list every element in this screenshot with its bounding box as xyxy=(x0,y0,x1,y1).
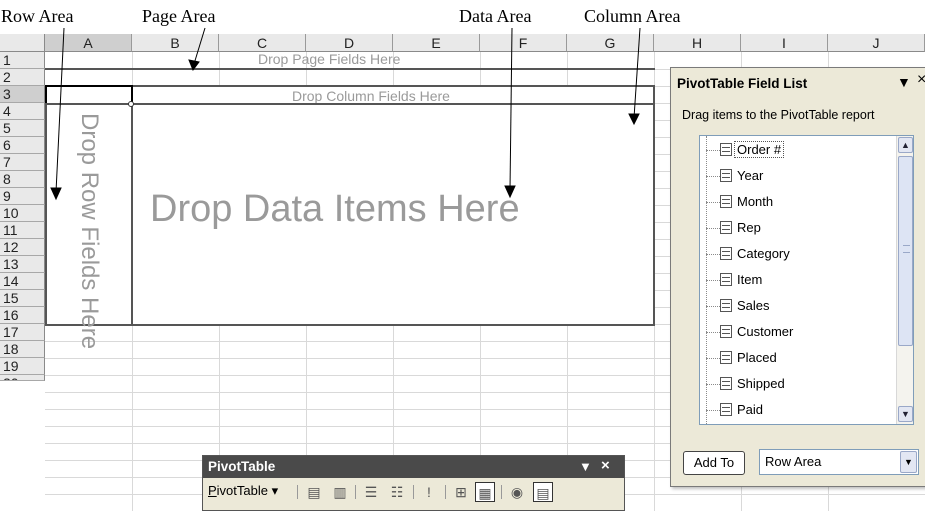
chevron-down-icon[interactable]: ▼ xyxy=(900,451,917,473)
field-item-category[interactable]: Category xyxy=(700,242,900,268)
menu-accelerator: P xyxy=(208,483,217,498)
field-list-instruction: Drag items to the PivotTable report xyxy=(682,108,875,122)
row-area-arrowhead xyxy=(50,187,62,201)
field-item-sales[interactable]: Sales xyxy=(700,294,900,320)
show-detail-icon[interactable]: ☷ xyxy=(387,482,407,502)
field-label: Customer xyxy=(737,324,794,339)
field-label: Shipped xyxy=(737,376,785,391)
refresh-data-icon[interactable]: ! xyxy=(419,482,439,502)
data-area-arrow-line xyxy=(509,27,513,191)
area-select-value: Row Area xyxy=(765,454,822,469)
field-item-order[interactable]: Order # xyxy=(700,138,900,164)
menu-label-rest: ivotTable ▾ xyxy=(216,483,279,498)
field-icon xyxy=(720,221,732,234)
column-area-arrowhead xyxy=(628,113,640,126)
field-item-year[interactable]: Year xyxy=(700,164,900,190)
pane-close-icon[interactable]: × xyxy=(917,71,925,89)
pivottable-toolbar[interactable]: PivotTable ▼ × PivotTable ▾ ▤ ▥ ☰ ☷ ! ⊞ … xyxy=(202,455,625,511)
field-item-rep[interactable]: Rep xyxy=(700,216,900,242)
field-list-box[interactable]: Order # Year Month Rep Category Item Sal… xyxy=(699,135,914,425)
field-icon xyxy=(720,169,732,182)
field-label: Paid xyxy=(737,402,764,417)
field-label: Placed xyxy=(737,350,777,365)
area-select[interactable]: Row Area ▼ xyxy=(759,449,919,475)
field-icon xyxy=(720,377,732,390)
show-field-list-icon[interactable]: ▤ xyxy=(533,482,553,502)
toolbar-title-bar[interactable]: PivotTable ▼ × xyxy=(203,456,624,478)
field-icon xyxy=(720,195,732,208)
field-item-placed[interactable]: Placed xyxy=(700,346,900,372)
field-icon xyxy=(720,325,732,338)
field-label: Sales xyxy=(737,298,770,313)
field-item-customer[interactable]: Customer xyxy=(700,320,900,346)
row-area-arrow-line xyxy=(55,27,65,193)
scroll-down-icon[interactable]: ▼ xyxy=(898,406,913,422)
pivottable-menu-button[interactable]: PivotTable ▾ xyxy=(208,483,278,499)
data-area-arrowhead xyxy=(504,185,516,199)
field-icon xyxy=(720,351,732,364)
field-icon xyxy=(720,403,732,416)
include-hidden-icon[interactable]: ⊞ xyxy=(451,482,471,502)
field-label: Order # xyxy=(733,141,785,158)
field-item-shipped[interactable]: Shipped xyxy=(700,372,900,398)
field-list-scrollbar[interactable]: ▲ ▼ xyxy=(896,136,913,424)
field-icon xyxy=(720,247,732,260)
field-icon xyxy=(720,143,732,156)
format-report-icon[interactable]: ▤ xyxy=(304,482,324,502)
column-area-arrow-line xyxy=(633,27,641,119)
field-item-month[interactable]: Month xyxy=(700,190,900,216)
field-label: Rep xyxy=(737,220,761,235)
field-icon xyxy=(720,299,732,312)
scroll-up-icon[interactable]: ▲ xyxy=(898,137,913,153)
field-label: Category xyxy=(737,246,790,261)
page-area-arrowhead xyxy=(188,59,200,72)
field-icon xyxy=(720,273,732,286)
pane-dropdown-icon[interactable]: ▼ xyxy=(897,74,911,90)
field-label: Year xyxy=(737,168,764,183)
add-to-button[interactable]: Add To xyxy=(683,451,745,475)
field-settings-icon[interactable]: ◉ xyxy=(507,482,527,502)
always-display-icon[interactable]: ▦ xyxy=(475,482,495,502)
pivottable-field-list-pane[interactable]: PivotTable Field List ▼ × Drag items to … xyxy=(670,67,925,487)
hide-detail-icon[interactable]: ☰ xyxy=(361,482,381,502)
toolbar-dropdown-icon[interactable]: ▼ xyxy=(579,459,592,474)
field-label: Item xyxy=(737,272,763,287)
toolbar-title: PivotTable xyxy=(208,459,276,474)
toolbar-close-icon[interactable]: × xyxy=(601,457,610,474)
field-list-title: PivotTable Field List xyxy=(677,76,808,91)
field-label: Month xyxy=(737,194,774,209)
chart-wizard-icon[interactable]: ▥ xyxy=(330,482,350,502)
scroll-thumb[interactable] xyxy=(898,156,913,346)
field-item-paid[interactable]: Paid xyxy=(700,398,900,424)
page-area-arrow-line xyxy=(193,27,206,65)
field-item-item[interactable]: Item xyxy=(700,268,900,294)
